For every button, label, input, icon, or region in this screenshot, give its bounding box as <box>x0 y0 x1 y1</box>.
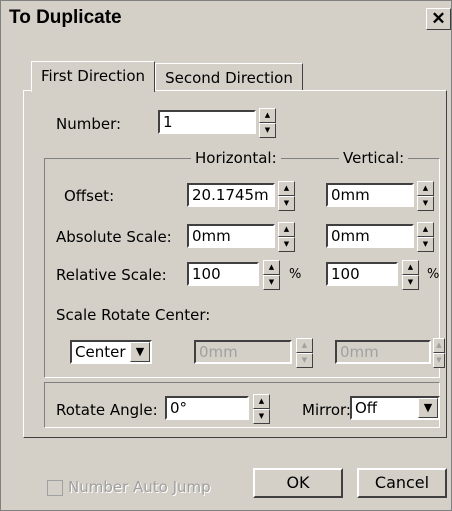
absolute-scale-vertical-input[interactable]: 0mm <box>326 224 414 248</box>
absolute-scale-vertical-spinner[interactable]: ▲ ▼ <box>417 222 434 252</box>
absolute-scale-horizontal-spinner[interactable]: ▲ ▼ <box>278 222 295 252</box>
number-label: Number: <box>56 115 122 133</box>
center-vertical-input[interactable]: 0mm <box>335 340 431 364</box>
spin-up-icon[interactable]: ▲ <box>263 260 280 275</box>
relative-scale-horizontal-unit: % <box>289 267 302 282</box>
spin-down-icon[interactable]: ▼ <box>253 409 270 424</box>
chevron-down-icon[interactable]: ▼ <box>418 398 438 418</box>
offset-label: Offset: <box>64 187 115 205</box>
horizontal-header: Horizontal: <box>191 149 281 167</box>
mirror-value: Off <box>355 399 378 417</box>
tab-first-direction[interactable]: First Direction <box>31 61 155 92</box>
relative-scale-vertical-input[interactable]: 100 <box>326 262 398 286</box>
relative-scale-label: Relative Scale: <box>56 266 167 284</box>
spin-down-icon[interactable]: ▼ <box>259 123 276 138</box>
vertical-header: Vertical: <box>339 149 409 167</box>
absolute-scale-horizontal-input[interactable]: 0mm <box>187 224 275 248</box>
relative-scale-horizontal-input[interactable]: 100 <box>187 262 259 286</box>
relative-scale-vertical-spinner[interactable]: ▲ ▼ <box>402 260 419 290</box>
spin-up-icon[interactable]: ▲ <box>296 338 313 353</box>
center-horizontal-input[interactable]: 0mm <box>194 340 292 364</box>
center-vertical-spinner[interactable]: ▲ ▼ <box>433 338 445 368</box>
offset-vertical-spinner[interactable]: ▲ ▼ <box>417 181 434 211</box>
spin-down-icon[interactable]: ▼ <box>417 237 434 252</box>
spin-up-icon[interactable]: ▲ <box>253 394 270 409</box>
spin-down-icon[interactable]: ▼ <box>402 275 419 290</box>
rotate-angle-input[interactable]: 0° <box>165 396 249 420</box>
tab-second-direction[interactable]: Second Direction <box>155 63 303 92</box>
relative-scale-horizontal-spinner[interactable]: ▲ ▼ <box>263 260 280 290</box>
spin-up-icon[interactable]: ▲ <box>278 181 295 196</box>
number-auto-jump-label: Number Auto Jump <box>68 478 211 496</box>
scale-rotate-center-value: Center <box>75 343 126 361</box>
title-bar[interactable]: To Duplicate ✕ <box>1 1 451 32</box>
number-auto-jump-checkbox[interactable] <box>47 480 63 496</box>
spin-up-icon[interactable]: ▲ <box>402 260 419 275</box>
spin-down-icon[interactable]: ▼ <box>433 353 445 368</box>
spin-down-icon[interactable]: ▼ <box>296 353 313 368</box>
ok-button[interactable]: OK <box>253 468 343 498</box>
relative-scale-vertical-unit: % <box>427 267 440 282</box>
offset-horizontal-input[interactable]: 20.1745m <box>187 183 275 207</box>
spin-down-icon[interactable]: ▼ <box>278 237 295 252</box>
chevron-down-icon[interactable]: ▼ <box>130 342 150 362</box>
cancel-button[interactable]: Cancel <box>357 468 447 498</box>
spin-up-icon[interactable]: ▲ <box>433 338 445 353</box>
scale-rotate-center-label: Scale Rotate Center: <box>56 306 211 324</box>
absolute-scale-label: Absolute Scale: <box>56 228 172 246</box>
number-input[interactable]: 1 <box>158 110 256 134</box>
center-horizontal-spinner[interactable]: ▲ ▼ <box>296 338 313 368</box>
spin-down-icon[interactable]: ▼ <box>263 275 280 290</box>
offset-vertical-input[interactable]: 0mm <box>326 183 414 207</box>
rotate-angle-label: Rotate Angle: <box>56 401 158 419</box>
spin-down-icon[interactable]: ▼ <box>417 196 434 211</box>
spin-down-icon[interactable]: ▼ <box>278 196 295 211</box>
to-duplicate-dialog: To Duplicate ✕ First Direction Second Di… <box>0 0 452 511</box>
close-icon[interactable]: ✕ <box>426 8 451 30</box>
number-spinner[interactable]: ▲ ▼ <box>259 108 276 138</box>
mirror-label: Mirror: <box>302 401 351 419</box>
spin-up-icon[interactable]: ▲ <box>259 108 276 123</box>
window-title: To Duplicate <box>9 7 122 28</box>
offset-horizontal-spinner[interactable]: ▲ ▼ <box>278 181 295 211</box>
spin-up-icon[interactable]: ▲ <box>417 181 434 196</box>
spin-up-icon[interactable]: ▲ <box>278 222 295 237</box>
rotate-angle-spinner[interactable]: ▲ ▼ <box>253 394 270 424</box>
spin-up-icon[interactable]: ▲ <box>417 222 434 237</box>
